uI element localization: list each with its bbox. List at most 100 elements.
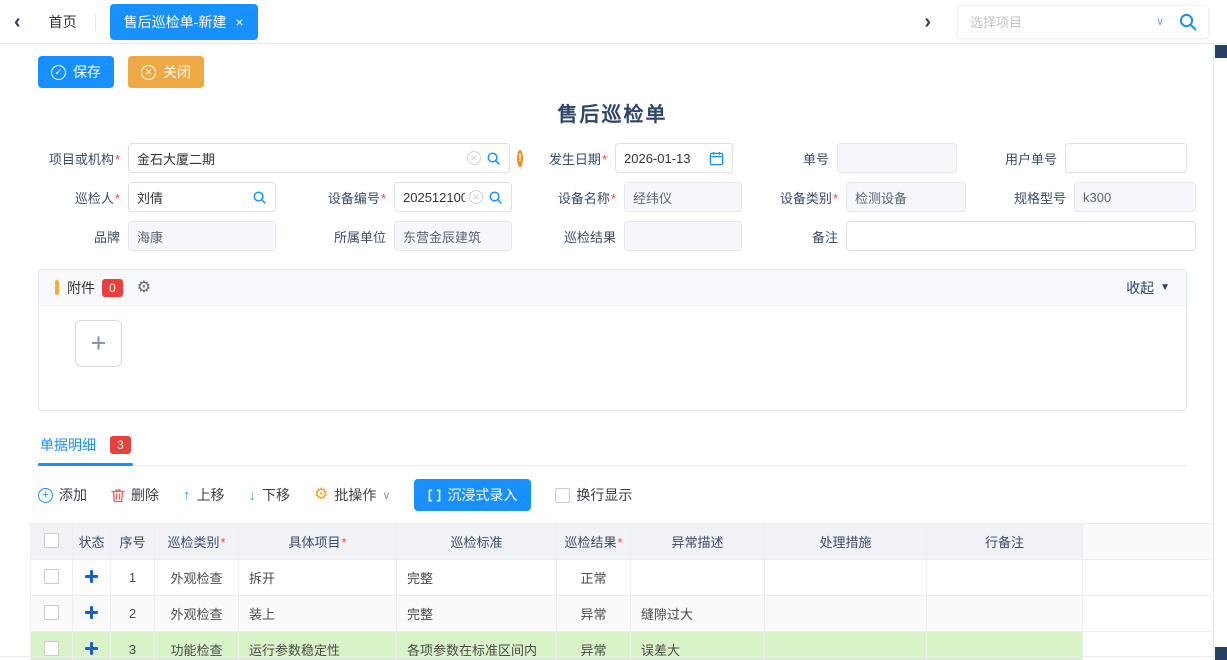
- tab-active-label: 售后巡检单-新建: [124, 12, 227, 32]
- cell-measure[interactable]: [765, 596, 927, 632]
- cell-item[interactable]: 拆开: [239, 560, 397, 596]
- date-input[interactable]: 2026-01-13: [615, 143, 733, 173]
- calendar-icon[interactable]: [709, 151, 724, 166]
- row-checkbox[interactable]: [44, 605, 59, 620]
- select-all-checkbox[interactable]: [44, 533, 59, 548]
- clear-icon[interactable]: ✕: [467, 151, 481, 165]
- upload-button[interactable]: +: [75, 320, 122, 367]
- cell-seq: 1: [111, 560, 155, 596]
- top-tab-bar: ‹ 首页 售后巡检单-新建 × › 选择项目 ∨: [0, 0, 1227, 44]
- search-icon[interactable]: [252, 190, 267, 205]
- row-add-icon[interactable]: [85, 570, 98, 583]
- tab-separator: [95, 13, 96, 31]
- detail-toolbar: + 添加 删除 ↑ 上移 ↓ 下移 ⚙ 批操作 ∨ 沉浸式录入: [38, 479, 1187, 511]
- cell-abnormal[interactable]: [631, 560, 765, 596]
- batch-actions-button[interactable]: ⚙ 批操作 ∨: [314, 485, 390, 505]
- tab-detail-lines[interactable]: 单据明细 3: [38, 431, 133, 465]
- cell-item[interactable]: 装上: [239, 596, 397, 632]
- table-row-2[interactable]: 2 外观检查 装上 完整 异常 缝隙过大: [31, 596, 1211, 632]
- remark-input[interactable]: [846, 221, 1196, 251]
- move-up-button[interactable]: ↑ 上移: [183, 485, 225, 505]
- cell-remark[interactable]: [927, 560, 1083, 596]
- save-button[interactable]: ✓ 保存: [38, 56, 114, 88]
- cell-abnormal[interactable]: 缝隙过大: [631, 596, 765, 632]
- collapse-toggle[interactable]: 收起 ▼: [1126, 278, 1170, 298]
- row-checkbox[interactable]: [44, 641, 59, 656]
- form-row-3: 品牌 海康 所属单位 东营金辰建筑 巡检结果 备注: [38, 221, 1187, 251]
- save-check-icon: ✓: [51, 65, 66, 80]
- device-category-label: 设备类别*: [742, 188, 846, 207]
- project-select-placeholder: 选择项目: [970, 12, 1156, 31]
- tab-home[interactable]: 首页: [49, 12, 77, 32]
- back-icon[interactable]: ‹: [14, 12, 21, 32]
- close-button[interactable]: ✕ 关闭: [128, 56, 204, 88]
- wrap-display-toggle[interactable]: 换行显示: [555, 485, 632, 505]
- date-label: 发生日期*: [523, 149, 615, 168]
- col-row-remark: 行备注: [927, 524, 1083, 560]
- forward-icon[interactable]: ›: [924, 12, 931, 32]
- row-add-icon[interactable]: [85, 642, 98, 655]
- device-no-input[interactable]: 2025121003 ✕: [394, 182, 512, 212]
- order-no-input: [837, 143, 957, 173]
- row-add-icon[interactable]: [85, 606, 98, 619]
- spec-model-input: k300: [1074, 182, 1196, 212]
- inspector-input[interactable]: 刘倩: [128, 182, 276, 212]
- project-value: 金石大厦二期: [137, 149, 463, 168]
- save-label: 保存: [73, 62, 101, 82]
- cell-result[interactable]: 正常: [557, 560, 631, 596]
- immersive-entry-button[interactable]: 沉浸式录入: [414, 479, 531, 511]
- scrollbar-bottom-handle[interactable]: [1215, 647, 1227, 660]
- cell-standard[interactable]: 完整: [397, 560, 557, 596]
- project-input[interactable]: 金石大厦二期 ✕: [128, 143, 510, 173]
- action-bar: ✓ 保存 ✕ 关闭: [38, 56, 1187, 88]
- delete-row-button[interactable]: 删除: [111, 485, 159, 505]
- move-down-button[interactable]: ↓ 下移: [249, 485, 291, 505]
- gear-icon[interactable]: ⚙: [137, 280, 151, 296]
- col-abnormal: 异常描述: [631, 524, 765, 560]
- trash-icon: [111, 488, 125, 503]
- plus-icon: +: [91, 330, 107, 357]
- close-tab-icon[interactable]: ×: [235, 15, 243, 29]
- page-bottom-border: [0, 656, 1213, 657]
- scrollbar-top-handle[interactable]: [1215, 45, 1227, 58]
- attachment-panel: 附件 0 ⚙ 收起 ▼ +: [38, 269, 1187, 411]
- user-order-no-input[interactable]: [1065, 143, 1187, 173]
- wrap-checkbox[interactable]: [555, 488, 570, 503]
- triangle-down-icon: ▼: [1160, 282, 1170, 293]
- arrow-up-icon: ↑: [183, 487, 191, 504]
- cell-category[interactable]: 外观检查: [155, 596, 239, 632]
- order-no-label: 单号: [733, 149, 837, 168]
- cell-category[interactable]: 外观检查: [155, 560, 239, 596]
- clear-icon[interactable]: ✕: [469, 190, 483, 204]
- project-select[interactable]: 选择项目 ∨: [957, 5, 1209, 39]
- search-icon[interactable]: [1178, 12, 1198, 32]
- tab-active-inspection-form[interactable]: 售后巡检单-新建 ×: [110, 4, 258, 40]
- add-row-button[interactable]: + 添加: [38, 485, 87, 505]
- collapse-label: 收起: [1126, 278, 1154, 298]
- cell-remark[interactable]: [927, 596, 1083, 632]
- detail-count-badge: 3: [110, 436, 131, 454]
- device-name-input: 经纬仪: [624, 182, 742, 212]
- cell-result[interactable]: 异常: [557, 596, 631, 632]
- table-row-1[interactable]: 1 外观检查 拆开 完整 正常: [31, 560, 1211, 596]
- project-label: 项目或机构*: [38, 149, 128, 168]
- search-icon[interactable]: [488, 190, 503, 205]
- cell-standard[interactable]: 完整: [397, 596, 557, 632]
- section-marker: [55, 280, 59, 295]
- chevron-down-icon[interactable]: ∨: [1156, 15, 1164, 28]
- cell-measure[interactable]: [765, 560, 927, 596]
- row-checkbox[interactable]: [44, 569, 59, 584]
- inspect-result-input: [624, 221, 742, 251]
- owner-unit-label: 所属单位: [276, 227, 394, 246]
- col-item: 具体项目*: [239, 524, 397, 560]
- search-icon[interactable]: [486, 151, 501, 166]
- brand-input: 海康: [128, 221, 276, 251]
- close-circle-icon: ✕: [141, 65, 156, 80]
- remark-label: 备注: [742, 227, 846, 246]
- user-order-no-label: 用户单号: [957, 149, 1065, 168]
- attachment-body: +: [39, 320, 1186, 410]
- vertical-scrollbar[interactable]: [1213, 44, 1227, 660]
- detail-tab-label: 单据明细: [40, 435, 96, 455]
- col-status: 状态: [73, 524, 111, 560]
- device-no-label: 设备编号*: [276, 188, 394, 207]
